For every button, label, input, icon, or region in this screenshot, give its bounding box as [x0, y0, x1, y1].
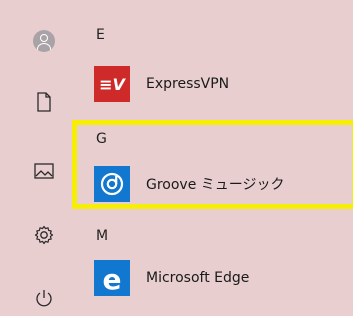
power-button[interactable]	[26, 280, 62, 316]
start-menu: E ≡V ExpressVPN G Groove ミュージック M e Micr…	[0, 0, 353, 307]
power-icon	[36, 290, 52, 307]
section-header-m[interactable]: M	[96, 228, 108, 244]
pictures-icon	[34, 163, 54, 179]
highlight-box	[72, 120, 353, 209]
document-icon	[37, 92, 51, 112]
user-avatar-icon	[33, 30, 55, 52]
expressvpn-icon: ≡V	[94, 66, 130, 102]
pictures-button[interactable]	[26, 153, 62, 189]
settings-button[interactable]	[26, 217, 62, 253]
svg-text:e: e	[103, 263, 122, 296]
documents-button[interactable]	[26, 84, 62, 120]
app-label: ExpressVPN	[146, 76, 230, 92]
svg-text:≡V: ≡V	[99, 75, 126, 94]
app-item-expressvpn[interactable]: ≡V ExpressVPN	[94, 64, 353, 104]
user-account-button[interactable]	[26, 23, 62, 59]
section-header-e[interactable]: E	[96, 27, 105, 43]
app-label: Microsoft Edge	[146, 270, 250, 286]
app-item-microsoft-edge[interactable]: e Microsoft Edge	[94, 258, 353, 298]
settings-gear-icon	[34, 225, 54, 245]
edge-icon: e	[94, 260, 130, 296]
